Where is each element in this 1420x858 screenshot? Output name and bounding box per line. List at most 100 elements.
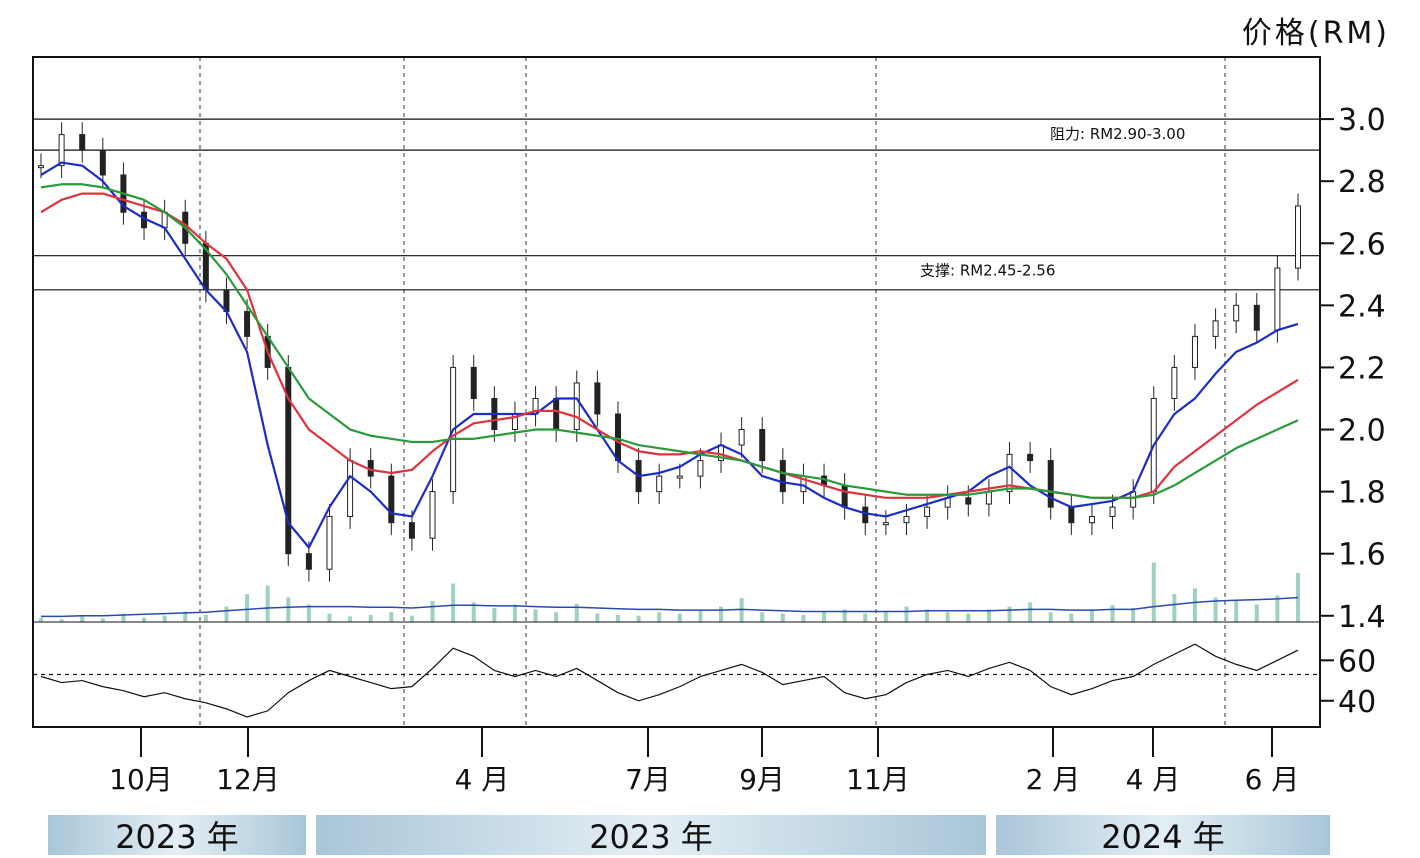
volume-bar (245, 594, 250, 622)
volume-bar (1110, 605, 1115, 622)
candle-body (408, 522, 415, 539)
rsi-tick-label: 60 (1338, 644, 1376, 679)
month-tick-label: 4 月 (455, 763, 510, 796)
volume-ma-line (41, 596, 1299, 618)
volume-bar (224, 606, 229, 622)
candle-body (305, 553, 312, 570)
candle-body (594, 382, 601, 415)
volume-bar (780, 613, 785, 622)
year-band-2023-b: 2023 年 (316, 815, 986, 856)
volume-bar (883, 610, 888, 622)
volume-bar (512, 604, 517, 622)
volume-bar (409, 615, 414, 622)
month-tick-label: 6 月 (1245, 763, 1300, 796)
volume-bar (1069, 613, 1074, 622)
year-band-2024: 2024 年 (996, 815, 1330, 856)
candle-body (1047, 460, 1054, 508)
candle-body (347, 460, 354, 517)
candle-body (1212, 320, 1219, 337)
volume-bar (533, 609, 538, 622)
price-tick-label: 1.4 (1338, 600, 1386, 635)
volume-bar (286, 597, 291, 622)
volume-bar (1028, 602, 1033, 622)
price-tick-label: 1.6 (1338, 538, 1386, 573)
volume-bar (636, 615, 641, 622)
candle-body (1191, 335, 1198, 368)
candle-body (614, 413, 621, 462)
candle-body (1027, 453, 1034, 462)
volume-bar (100, 618, 105, 622)
ma-short-line (40, 161, 1299, 549)
volume-bar (615, 615, 620, 622)
price-tick-label: 2.8 (1338, 165, 1386, 200)
ma-mid-line (40, 192, 1299, 499)
candle-body (759, 429, 766, 462)
volume-bar (368, 615, 373, 622)
volume-bar (162, 615, 167, 622)
candle-body (903, 515, 910, 524)
volume-bar (39, 617, 43, 622)
candle-body (244, 311, 251, 337)
volume-bar (574, 603, 579, 622)
volume-bar (1151, 562, 1156, 622)
volume-bar (1172, 594, 1177, 622)
candle-body (1274, 267, 1281, 331)
volume-bar (1254, 604, 1259, 622)
rsi-line (40, 643, 1299, 718)
month-tick-label: 12月 (216, 763, 280, 796)
candle-body (1295, 205, 1301, 269)
volume-bar (1007, 606, 1012, 622)
candle-body (1088, 515, 1095, 524)
candle-body (553, 397, 560, 431)
candle-body (38, 165, 44, 169)
candle-body (862, 506, 869, 524)
volume-bar (822, 611, 827, 622)
candle-body (470, 366, 477, 399)
volume-bar (1192, 588, 1197, 622)
candle-body (738, 429, 745, 446)
volume-bar (451, 583, 456, 622)
stock-chart: 阻力: RM2.90-3.00 支撑: RM2.45-2.56 3.0 2.8 2.6… (32, 56, 1386, 796)
candle-body (656, 475, 663, 493)
candle-body (1233, 304, 1240, 322)
volume-bar (657, 612, 662, 622)
volume-bar (80, 616, 85, 622)
candle-body (1171, 366, 1178, 399)
candle-body (1253, 304, 1260, 331)
price-tick-label: 3.0 (1338, 103, 1386, 138)
month-tick-label: 7月 (625, 763, 671, 796)
volume-bar (1089, 609, 1094, 622)
volume-bar (966, 613, 971, 622)
candle-body (697, 460, 704, 477)
resistance-label: 阻力: RM2.90-3.00 (1050, 125, 1185, 143)
candle-body (429, 491, 436, 539)
month-tick-label: 2 月 (1026, 763, 1081, 796)
price-tick-label: 1.8 (1338, 476, 1386, 511)
volume-bar (863, 613, 868, 622)
volume-bar (265, 585, 270, 622)
candle-body (676, 475, 683, 479)
candle-body (99, 149, 106, 176)
year-band-2023-a: 2023 年 (48, 815, 306, 856)
volume-bar (1048, 612, 1053, 622)
volume-bar (801, 615, 806, 622)
candle-body (58, 134, 65, 167)
candle-body (79, 134, 86, 151)
volume-bar (1234, 601, 1239, 622)
candle-body (841, 484, 848, 508)
candle-body (1130, 491, 1137, 508)
volume-bar (760, 612, 765, 622)
candle-body (924, 506, 931, 517)
month-tick-label: 9月 (739, 763, 785, 796)
volume-bar (595, 613, 600, 622)
candle-body (882, 522, 889, 526)
price-tick-label: 2.6 (1338, 227, 1386, 262)
rsi-tick-label: 40 (1338, 685, 1376, 720)
month-tick-label: 4 月 (1126, 763, 1181, 796)
candle-body (965, 497, 972, 505)
candle-body (573, 382, 580, 431)
volume-bar (698, 610, 703, 622)
candle-body (388, 475, 395, 524)
volume-bar (142, 617, 147, 622)
month-tick-label: 10月 (109, 763, 173, 796)
